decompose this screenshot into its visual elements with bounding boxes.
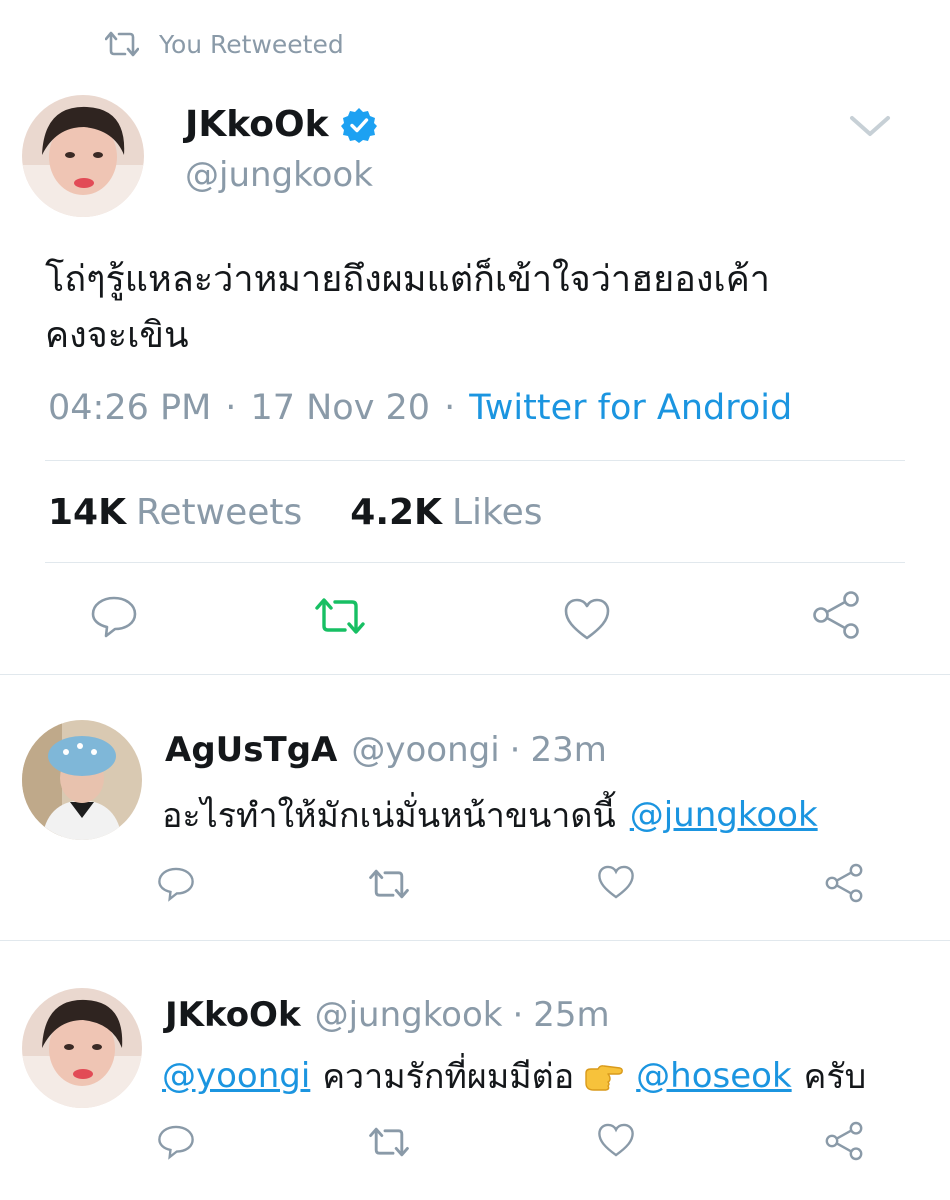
chevron-down-icon[interactable] [848,112,892,142]
share-button[interactable] [824,1121,864,1161]
reply-text: อะไรทำให้มักเน่มั่นหน้าขนาดนี้ @jungkook [162,788,818,842]
reply-time: 23m [530,730,607,770]
share-button[interactable] [811,590,861,640]
reply-header: JKkoOk @jungkook · 25m [165,995,610,1035]
retweet-button[interactable] [368,1126,410,1158]
reply-text: @yoongi ความรักที่ผมมีต่อ @hoseok ครับ [162,1049,866,1103]
heart-icon [564,598,610,640]
reply-text-body: อะไรทำให้มักเน่มั่นหน้าขนาดนี้ [162,796,616,836]
reply-button[interactable] [90,595,138,639]
tweet-text: โถ่ๆรู้แหละว่าหมายถึงผมแต่ก็เข้าใจว่าฮยอ… [45,252,905,364]
reply-icon [158,1125,194,1160]
retweet-button[interactable] [314,596,366,636]
tweet-text-line-2: คงจะเขิน [45,315,189,356]
like-button[interactable] [563,597,611,641]
retweet-icon [105,31,139,57]
reply-button[interactable] [157,1124,195,1160]
heart-icon [598,865,634,899]
heart-icon [598,1123,634,1157]
like-button[interactable] [597,864,635,900]
meta-separator: · [225,388,237,428]
retweet-icon [369,1127,409,1157]
verified-badge-icon [340,107,377,143]
share-button[interactable] [824,863,864,903]
share-icon [825,1121,863,1161]
retweets-count[interactable]: 14K [48,492,126,533]
mention-link[interactable]: @jungkook [630,795,818,835]
tweet-stats: 14K Retweets 4.2K Likes [48,492,542,533]
divider [45,460,905,461]
share-icon [813,591,859,639]
divider [45,562,905,563]
divider [0,674,950,675]
tweet-date: 17 Nov 20 [250,388,431,428]
retweet-icon [315,598,365,634]
retweeted-label: You Retweeted [159,29,344,59]
reply-author-handle[interactable]: @jungkook [315,995,503,1035]
author-handle[interactable]: @jungkook [185,155,373,195]
reply-time: 25m [533,995,610,1035]
reply-author-name[interactable]: JKkoOk [165,995,301,1035]
retweeted-banner: You Retweeted [105,28,344,60]
likes-label[interactable]: Likes [452,492,543,533]
like-button[interactable] [597,1122,635,1158]
tweet-meta: 04:26 PM · 17 Nov 20 · Twitter for Andro… [48,388,792,428]
reply-icon [91,596,137,638]
author-name[interactable]: JKkoOk [185,104,377,145]
reply-author-name[interactable]: AgUsTgA [165,730,337,770]
tweet-text-line-1: โถ่ๆรู้แหละว่าหมายถึงผมแต่ก็เข้าใจว่าฮยอ… [45,259,771,300]
retweet-button[interactable] [368,868,410,900]
tweet-source-link[interactable]: Twitter for Android [469,388,792,428]
pointing-right-emoji-icon [585,1065,624,1091]
reply-text-body: ความรักที่ผมมีต่อ [322,1057,575,1097]
reply-icon [158,867,194,902]
reply-header: AgUsTgA @yoongi · 23m [165,730,607,770]
reply-avatar[interactable] [22,720,142,840]
retweets-label[interactable]: Retweets [136,492,302,533]
author-avatar[interactable] [22,95,144,217]
divider [0,940,950,941]
mention-link[interactable]: @yoongi [162,1056,310,1096]
reply-text-end: ครับ [803,1057,867,1097]
reply-separator: · [509,730,521,770]
meta-separator: · [444,388,456,428]
mention-link[interactable]: @hoseok [636,1056,791,1096]
author-name-text: JKkoOk [185,104,329,145]
likes-count[interactable]: 4.2K [350,492,442,533]
share-icon [825,863,863,903]
reply-author-handle[interactable]: @yoongi [351,730,499,770]
reply-separator: · [512,995,524,1035]
reply-button[interactable] [157,866,195,902]
reply-avatar[interactable] [22,988,142,1108]
tweet-time: 04:26 PM [48,388,212,428]
retweet-icon [369,869,409,899]
